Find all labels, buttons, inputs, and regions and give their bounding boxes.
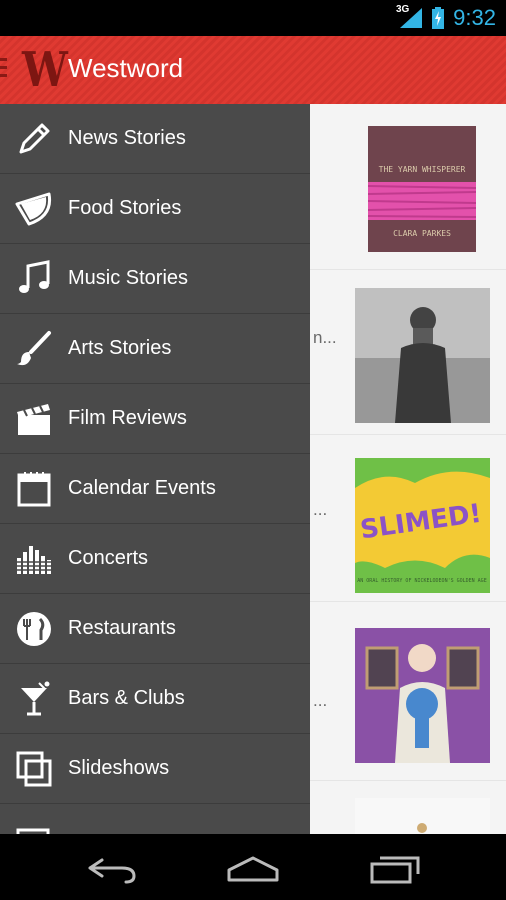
clapperboard-icon	[17, 404, 50, 435]
system-navigation-bar	[0, 834, 506, 900]
drawer-item-label: News Stories	[68, 127, 186, 149]
drawer-item-film-reviews[interactable]: Film Reviews	[0, 384, 310, 454]
drawer-item-label: Concerts	[68, 547, 149, 569]
drawer-item-arts-stories[interactable]: Arts Stories	[0, 314, 310, 384]
drawer-item-label: Arts Stories	[68, 337, 172, 359]
drawer-item-label: Slideshows	[68, 757, 170, 779]
back-icon[interactable]	[82, 852, 142, 884]
fork-knife-icon	[17, 612, 51, 646]
grid-icon	[16, 828, 50, 834]
battery-charging-icon	[432, 7, 444, 29]
drawer-item-more[interactable]	[0, 804, 310, 834]
calendar-icon	[17, 472, 51, 507]
drawer-item-news-stories[interactable]: News Stories	[0, 104, 310, 174]
drawer-item-label: Music Stories	[68, 267, 189, 289]
clock: 9:32	[453, 5, 496, 30]
drawer-item-label: Calendar Events	[68, 477, 216, 499]
app-title: Westword	[68, 53, 184, 83]
content-scrim[interactable]	[310, 104, 506, 834]
drawer-item-calendar-events[interactable]: Calendar Events	[0, 454, 310, 524]
action-bar: W Westword	[0, 36, 506, 104]
paintbrush-icon	[17, 331, 51, 366]
drawer-toggle-icon[interactable]	[0, 58, 7, 82]
drawer-item-bars-clubs[interactable]: Bars & Clubs	[0, 664, 310, 734]
drawer-item-label: Film Reviews	[68, 407, 187, 429]
drawer-item-label: Bars & Clubs	[68, 687, 185, 709]
navigation-drawer: News Stories Food Stories Music Stories …	[0, 104, 310, 834]
equalizer-icon	[15, 546, 53, 574]
drawer-item-music-stories[interactable]: Music Stories	[0, 244, 310, 314]
watermelon-icon	[15, 192, 52, 226]
home-icon[interactable]	[223, 852, 283, 884]
drawer-item-label: Restaurants	[68, 617, 176, 639]
drawer-item-concerts[interactable]: Concerts	[0, 524, 310, 594]
slideshow-icon	[16, 751, 52, 787]
signal-icon	[400, 8, 422, 28]
drawer-item-restaurants[interactable]: Restaurants	[0, 594, 310, 664]
cocktail-icon	[21, 681, 50, 716]
music-note-icon	[19, 260, 50, 293]
status-bar: 3G 9:32	[0, 0, 506, 36]
app-logo[interactable]: W	[22, 44, 68, 96]
recents-icon[interactable]	[366, 852, 426, 884]
drawer-item-food-stories[interactable]: Food Stories	[0, 174, 310, 244]
drawer-item-slideshows[interactable]: Slideshows	[0, 734, 310, 804]
drawer-item-label: Food Stories	[68, 197, 182, 219]
pencil-icon	[19, 123, 50, 154]
